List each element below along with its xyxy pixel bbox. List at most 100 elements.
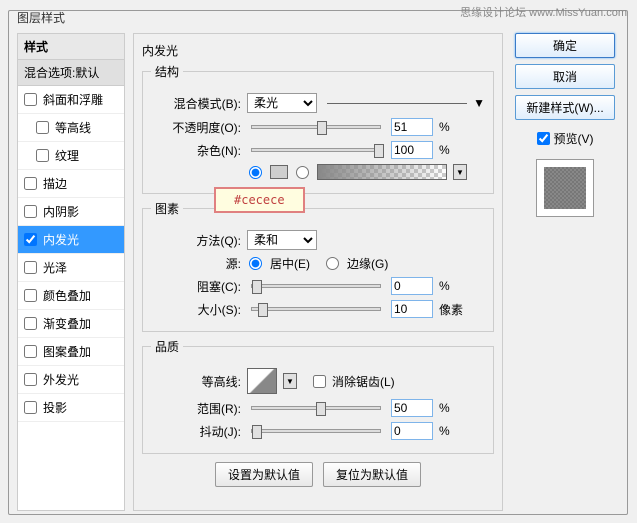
style-checkbox[interactable]: [24, 317, 37, 330]
style-checkbox[interactable]: [24, 205, 37, 218]
jitter-unit: %: [439, 424, 469, 438]
jitter-slider[interactable]: [251, 429, 381, 433]
new-style-button[interactable]: 新建样式(W)...: [515, 95, 615, 120]
style-checkbox[interactable]: [24, 261, 37, 274]
styles-header[interactable]: 样式: [18, 34, 124, 60]
contour-dropdown-icon[interactable]: ▼: [283, 373, 297, 389]
styles-list-panel: 样式 混合选项:默认 斜面和浮雕等高线纹理描边内阴影内发光光泽颜色叠加渐变叠加图…: [17, 33, 125, 511]
jitter-input[interactable]: [391, 422, 433, 440]
structure-title: 结构: [151, 63, 183, 80]
style-checkbox[interactable]: [36, 149, 49, 162]
style-label: 图案叠加: [43, 343, 91, 360]
noise-input[interactable]: [391, 141, 433, 159]
size-unit: 像素: [439, 301, 469, 318]
blend-mode-select[interactable]: 柔光: [247, 93, 317, 113]
noise-unit: %: [439, 143, 469, 157]
color-radio[interactable]: [249, 166, 262, 179]
blending-options[interactable]: 混合选项:默认: [18, 60, 124, 86]
style-label: 渐变叠加: [43, 315, 91, 332]
antialias-label: 消除锯齿(L): [332, 373, 395, 390]
choke-unit: %: [439, 279, 469, 293]
style-label: 外发光: [43, 371, 79, 388]
style-checkbox[interactable]: [24, 233, 37, 246]
style-item[interactable]: 颜色叠加: [18, 282, 124, 310]
source-center-radio[interactable]: [249, 257, 262, 270]
range-slider[interactable]: [251, 406, 381, 410]
style-item[interactable]: 等高线: [18, 114, 124, 142]
opacity-unit: %: [439, 120, 469, 134]
color-callout: #cecece: [214, 187, 305, 213]
style-item[interactable]: 外发光: [18, 366, 124, 394]
blend-mode-label: 混合模式(B):: [151, 95, 241, 112]
style-checkbox[interactable]: [24, 373, 37, 386]
opacity-input[interactable]: [391, 118, 433, 136]
gradient-dropdown-icon[interactable]: ▼: [453, 164, 467, 180]
style-checkbox[interactable]: [24, 93, 37, 106]
set-default-button[interactable]: 设置为默认值: [215, 462, 313, 487]
opacity-label: 不透明度(O):: [151, 119, 241, 136]
source-edge-radio[interactable]: [326, 257, 339, 270]
style-item[interactable]: 投影: [18, 394, 124, 422]
dialog-title: 图层样式: [17, 9, 65, 26]
size-input[interactable]: [391, 300, 433, 318]
style-label: 光泽: [43, 259, 67, 276]
jitter-label: 抖动(J):: [151, 423, 241, 440]
style-label: 等高线: [55, 119, 91, 136]
ok-button[interactable]: 确定: [515, 33, 615, 58]
action-panel: 确定 取消 新建样式(W)... 预览(V): [511, 33, 619, 511]
style-item[interactable]: 斜面和浮雕: [18, 86, 124, 114]
style-label: 纹理: [55, 147, 79, 164]
cancel-button[interactable]: 取消: [515, 64, 615, 89]
size-slider[interactable]: [251, 307, 381, 311]
size-label: 大小(S):: [151, 301, 241, 318]
style-item[interactable]: 光泽: [18, 254, 124, 282]
style-label: 投影: [43, 399, 67, 416]
preview-thumbnail: [536, 159, 594, 217]
contour-picker[interactable]: [247, 368, 277, 394]
gradient-picker[interactable]: [317, 164, 447, 180]
color-swatch[interactable]: [270, 165, 288, 179]
structure-group: 结构 混合模式(B): 柔光 ▼ 不透明度(O): % 杂色(N):: [142, 63, 494, 194]
range-label: 范围(R):: [151, 400, 241, 417]
choke-slider[interactable]: [251, 284, 381, 288]
style-checkbox[interactable]: [36, 121, 49, 134]
style-checkbox[interactable]: [24, 345, 37, 358]
style-label: 颜色叠加: [43, 287, 91, 304]
range-input[interactable]: [391, 399, 433, 417]
technique-label: 方法(Q):: [151, 232, 241, 249]
settings-panel: 内发光 结构 混合模式(B): 柔光 ▼ 不透明度(O): % 杂色(N):: [133, 33, 503, 511]
technique-select[interactable]: 柔和: [247, 230, 317, 250]
noise-label: 杂色(N):: [151, 142, 241, 159]
gradient-radio[interactable]: [296, 166, 309, 179]
style-label: 内阴影: [43, 203, 79, 220]
style-checkbox[interactable]: [24, 401, 37, 414]
opacity-slider[interactable]: [251, 125, 381, 129]
choke-input[interactable]: [391, 277, 433, 295]
choke-label: 阻塞(C):: [151, 278, 241, 295]
style-label: 斜面和浮雕: [43, 91, 103, 108]
style-item[interactable]: 内阴影: [18, 198, 124, 226]
style-item[interactable]: 渐变叠加: [18, 310, 124, 338]
preview-label: 预览(V): [554, 130, 594, 147]
elements-title: 图素: [151, 200, 183, 217]
style-item[interactable]: 纹理: [18, 142, 124, 170]
style-item[interactable]: 内发光: [18, 226, 124, 254]
dropdown-icon[interactable]: ▼: [473, 96, 485, 110]
quality-title: 品质: [151, 338, 183, 355]
style-checkbox[interactable]: [24, 177, 37, 190]
preview-checkbox[interactable]: [537, 132, 550, 145]
style-label: 内发光: [43, 231, 79, 248]
source-label: 源:: [151, 255, 241, 272]
style-item[interactable]: 图案叠加: [18, 338, 124, 366]
panel-title: 内发光: [142, 42, 494, 59]
style-checkbox[interactable]: [24, 289, 37, 302]
range-unit: %: [439, 401, 469, 415]
noise-slider[interactable]: [251, 148, 381, 152]
contour-label: 等高线:: [151, 373, 241, 390]
reset-default-button[interactable]: 复位为默认值: [323, 462, 421, 487]
style-item[interactable]: 描边: [18, 170, 124, 198]
elements-group: 图素 方法(Q): 柔和 源: 居中(E) 边缘(G) 阻塞(C): %: [142, 200, 494, 332]
layer-style-dialog: 图层样式 样式 混合选项:默认 斜面和浮雕等高线纹理描边内阴影内发光光泽颜色叠加…: [8, 10, 628, 515]
antialias-checkbox[interactable]: [313, 375, 326, 388]
style-label: 描边: [43, 175, 67, 192]
